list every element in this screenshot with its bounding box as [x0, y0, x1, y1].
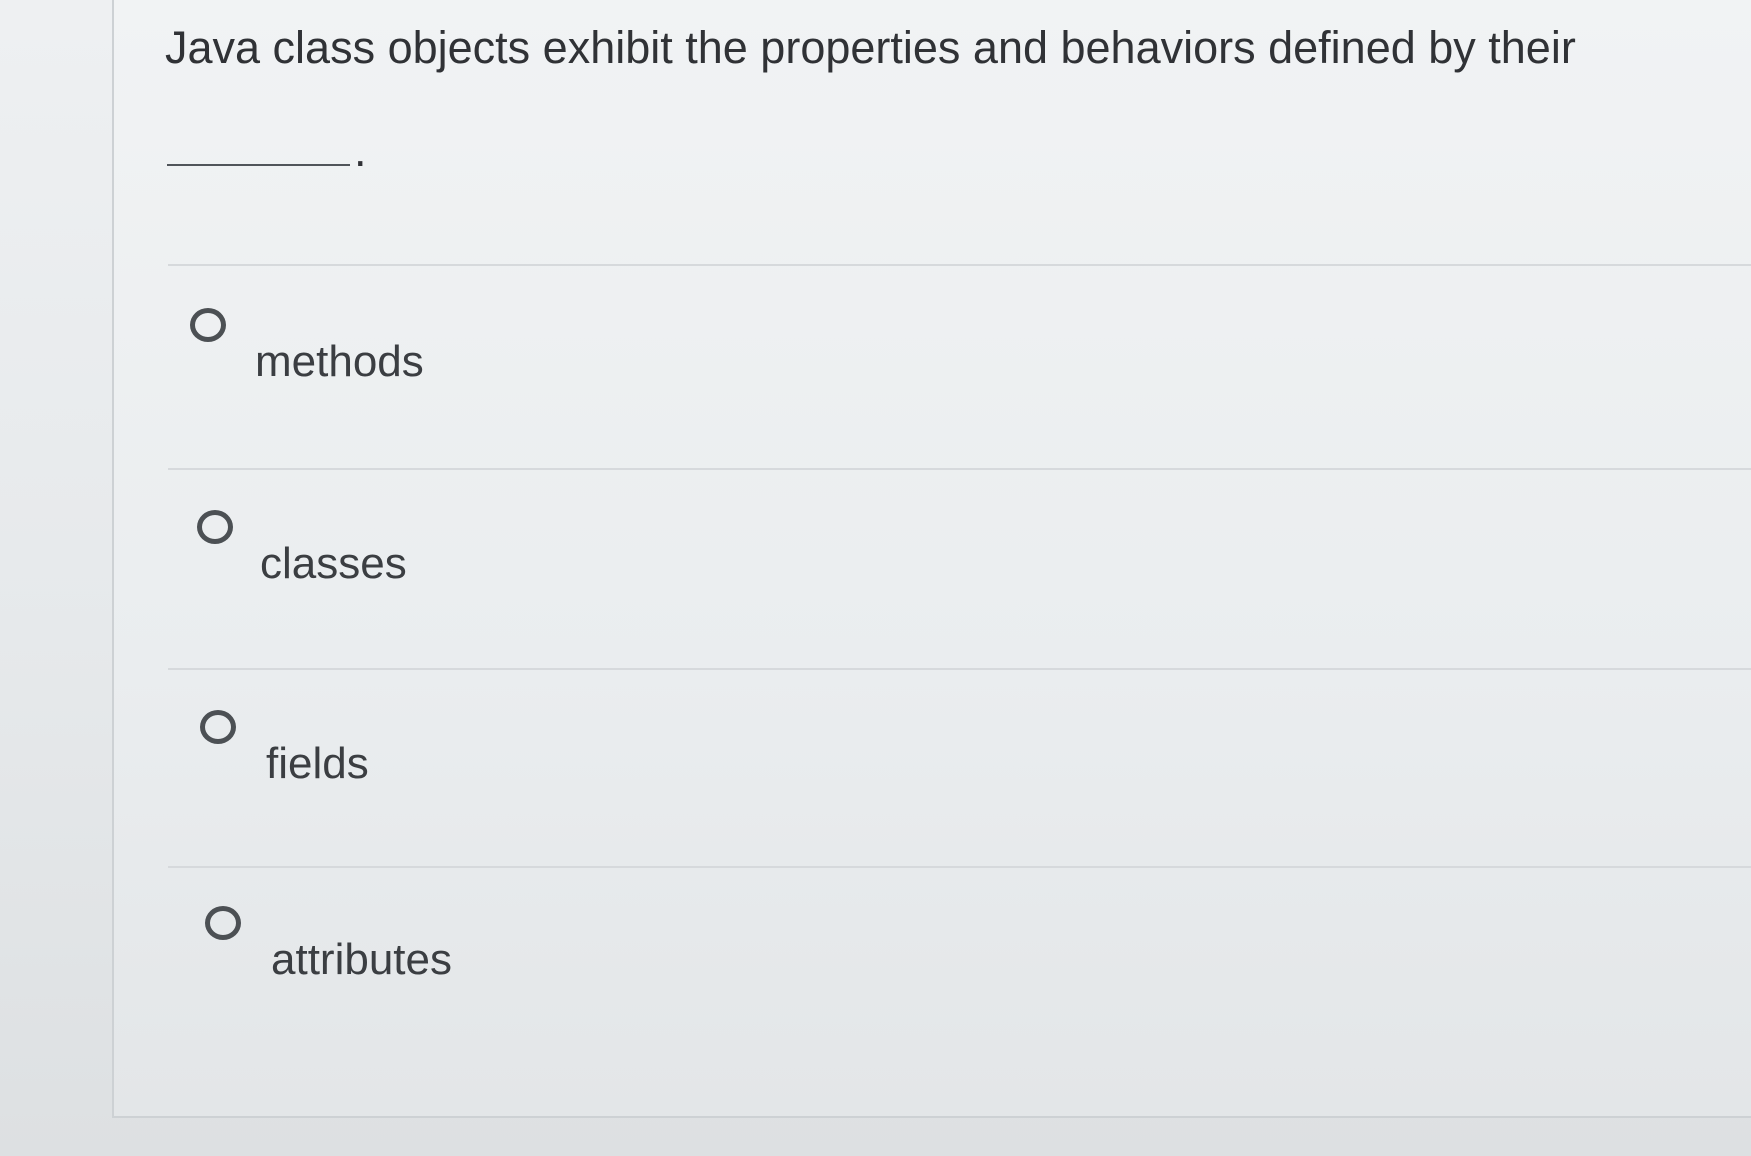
quiz-page: Java class objects exhibit the propertie… — [0, 0, 1751, 1156]
option-label: classes — [260, 539, 407, 588]
radio-button-icon[interactable] — [190, 308, 226, 342]
divider — [168, 468, 1751, 470]
answer-option-fields[interactable]: fields — [185, 700, 1685, 850]
option-label: attributes — [271, 935, 452, 984]
question-text: Java class objects exhibit the propertie… — [165, 22, 1576, 73]
radio-button-icon[interactable] — [205, 906, 241, 940]
divider — [168, 668, 1751, 670]
question-period: . — [354, 125, 367, 176]
answer-option-attributes[interactable]: attributes — [185, 894, 1685, 1044]
option-label: fields — [266, 739, 369, 788]
option-label: methods — [255, 337, 424, 386]
radio-button-icon[interactable] — [200, 710, 236, 744]
divider — [168, 264, 1751, 266]
answer-option-classes[interactable]: classes — [185, 496, 1685, 646]
divider — [168, 866, 1751, 868]
answer-blank — [167, 164, 350, 166]
radio-button-icon[interactable] — [197, 510, 233, 544]
answer-option-methods[interactable]: methods — [185, 296, 1685, 446]
